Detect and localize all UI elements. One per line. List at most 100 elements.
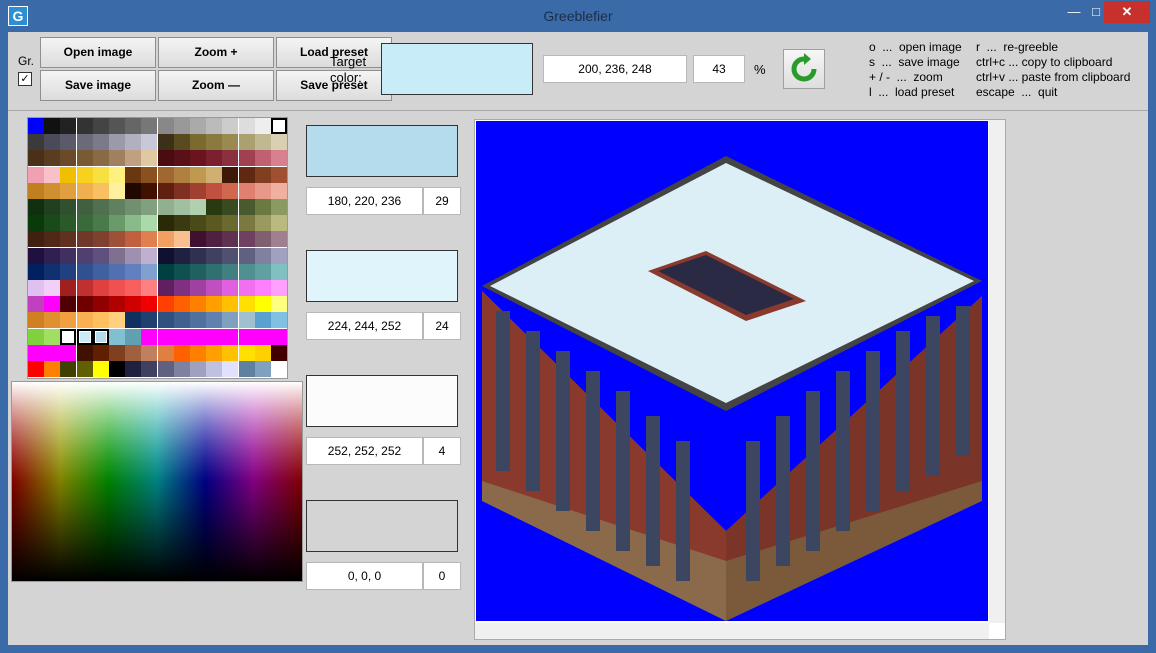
palette-swatch[interactable] <box>206 296 223 313</box>
palette-swatch[interactable] <box>190 231 206 248</box>
palette-swatch[interactable] <box>44 182 61 199</box>
palette-swatch[interactable] <box>141 231 158 248</box>
palette-swatch[interactable] <box>206 182 223 199</box>
palette-swatch[interactable] <box>28 247 44 264</box>
palette-swatch[interactable] <box>109 280 125 296</box>
palette-swatch[interactable] <box>141 361 158 377</box>
palette-swatch[interactable] <box>28 199 44 215</box>
open-image-button[interactable]: Open image <box>40 37 156 68</box>
palette-swatch[interactable] <box>190 182 206 199</box>
palette-swatch[interactable] <box>190 280 206 296</box>
palette-swatch[interactable] <box>238 231 255 248</box>
palette-swatch[interactable] <box>157 199 174 215</box>
palette-swatch[interactable] <box>109 312 125 329</box>
palette-swatch[interactable] <box>60 118 77 134</box>
palette-swatch[interactable] <box>76 150 93 167</box>
palette-swatch[interactable] <box>141 182 158 199</box>
palette-swatch[interactable] <box>125 134 142 151</box>
preview-horizontal-scrollbar[interactable] <box>475 623 989 639</box>
result-rgb-field-3[interactable]: 252, 252, 252 <box>306 437 423 465</box>
palette-swatch[interactable] <box>44 263 61 280</box>
palette-swatch[interactable] <box>206 247 223 264</box>
palette-swatch[interactable] <box>190 166 206 183</box>
palette-swatch[interactable] <box>28 182 44 199</box>
palette-swatch[interactable] <box>109 344 125 361</box>
palette-swatch[interactable] <box>271 296 287 313</box>
palette-swatch[interactable] <box>28 328 44 345</box>
palette-swatch[interactable] <box>141 280 158 296</box>
palette-swatch[interactable] <box>271 231 287 248</box>
palette-swatch[interactable] <box>125 296 142 313</box>
palette-swatch[interactable] <box>271 182 287 199</box>
palette-swatch[interactable] <box>173 361 190 377</box>
palette-swatch[interactable] <box>125 150 142 167</box>
palette-swatch[interactable] <box>141 312 158 329</box>
result-color-swatch-3[interactable] <box>306 375 458 427</box>
palette-swatch[interactable] <box>271 199 287 215</box>
palette-swatch[interactable] <box>206 231 223 248</box>
palette-swatch[interactable] <box>28 118 44 134</box>
palette-swatch[interactable] <box>206 344 223 361</box>
palette-swatch[interactable] <box>44 118 61 134</box>
palette-swatch[interactable] <box>125 344 142 361</box>
palette-swatch[interactable] <box>44 344 61 361</box>
palette-swatch[interactable] <box>190 134 206 151</box>
palette-swatch[interactable] <box>254 231 271 248</box>
palette-swatch[interactable] <box>173 247 190 264</box>
palette-swatch[interactable] <box>206 118 223 134</box>
result-percent-field-4[interactable]: 0 <box>423 562 461 590</box>
palette-swatch[interactable] <box>125 182 142 199</box>
palette-swatch[interactable] <box>238 361 255 377</box>
palette-swatch[interactable] <box>141 296 158 313</box>
palette-swatch[interactable] <box>190 150 206 167</box>
palette-swatch[interactable] <box>271 118 287 134</box>
palette-swatch[interactable] <box>173 182 190 199</box>
palette-swatch[interactable] <box>271 344 287 361</box>
palette-swatch[interactable] <box>60 231 77 248</box>
palette-swatch[interactable] <box>271 166 287 183</box>
palette-swatch[interactable] <box>271 328 287 345</box>
palette-swatch[interactable] <box>173 199 190 215</box>
palette-swatch[interactable] <box>44 296 61 313</box>
palette-swatch[interactable] <box>254 247 271 264</box>
palette-swatch[interactable] <box>173 296 190 313</box>
palette-swatch[interactable] <box>238 280 255 296</box>
palette-swatch[interactable] <box>141 247 158 264</box>
palette-swatch[interactable] <box>92 280 109 296</box>
palette-swatch[interactable] <box>60 150 77 167</box>
palette-swatch[interactable] <box>238 344 255 361</box>
palette-swatch[interactable] <box>173 231 190 248</box>
palette-swatch[interactable] <box>222 361 239 377</box>
palette-swatch[interactable] <box>60 134 77 151</box>
gr-checkbox[interactable]: ✓ <box>18 72 32 86</box>
palette-swatch[interactable] <box>206 150 223 167</box>
palette-swatch[interactable] <box>44 280 61 296</box>
palette-swatch[interactable] <box>222 280 239 296</box>
palette-swatch[interactable] <box>109 118 125 134</box>
palette-swatch[interactable] <box>141 199 158 215</box>
palette-swatch[interactable] <box>190 344 206 361</box>
palette-swatch[interactable] <box>254 328 271 345</box>
palette-swatch[interactable] <box>238 215 255 232</box>
palette-swatch[interactable] <box>254 150 271 167</box>
palette-swatch[interactable] <box>44 312 61 329</box>
palette-swatch[interactable] <box>206 280 223 296</box>
palette-swatch[interactable] <box>254 215 271 232</box>
title-bar[interactable]: G Greeblefier — □ ✕ <box>0 0 1156 32</box>
palette-swatch[interactable] <box>222 215 239 232</box>
palette-swatch[interactable] <box>44 134 61 151</box>
palette-swatch[interactable] <box>44 231 61 248</box>
palette-swatch[interactable] <box>173 312 190 329</box>
palette-swatch[interactable] <box>190 296 206 313</box>
palette-swatch[interactable] <box>109 247 125 264</box>
palette-swatch[interactable] <box>271 215 287 232</box>
palette-swatch[interactable] <box>254 166 271 183</box>
palette-swatch[interactable] <box>125 263 142 280</box>
palette-swatch[interactable] <box>125 247 142 264</box>
palette-swatch[interactable] <box>141 118 158 134</box>
palette-swatch[interactable] <box>92 296 109 313</box>
palette-swatch[interactable] <box>157 118 174 134</box>
palette-swatch[interactable] <box>109 134 125 151</box>
palette-swatch[interactable] <box>76 344 93 361</box>
palette-swatch[interactable] <box>173 215 190 232</box>
